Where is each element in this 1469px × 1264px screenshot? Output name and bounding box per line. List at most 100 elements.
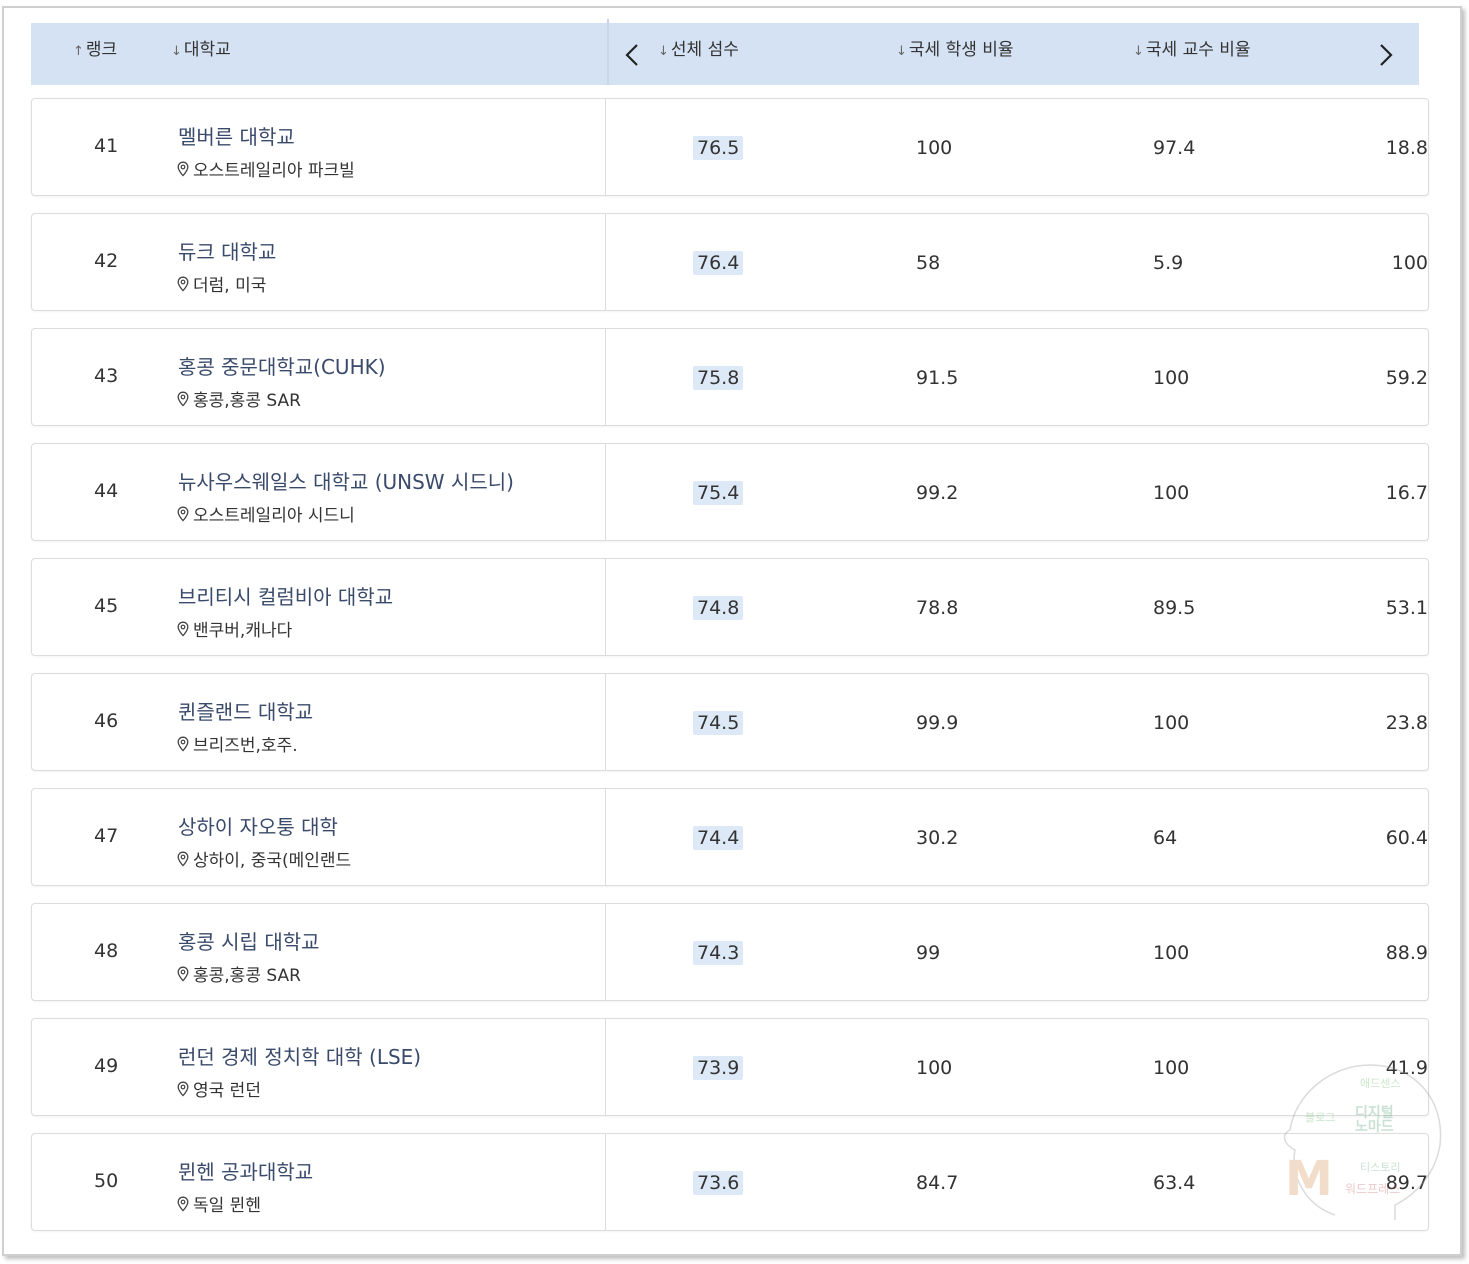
location-pin-icon [177,391,189,407]
table-header: ↑ 랭크 ↓ 대학교 ↓ 선체 섬수 ↓ 국세 학생 비율 ↓ 국세 교수 비율 [31,19,1419,85]
overall-score: 74.5 [693,711,744,735]
next-column-value: 41.9 [1385,1057,1428,1079]
table-row[interactable]: 42 듀크 대학교 더럼, 미국 76.4 58 5.9 100 [31,213,1429,311]
header-overall[interactable]: ↓ 선체 섬수 [658,35,739,60]
rank-value: 50 [94,1170,119,1192]
overall-score: 75.4 [693,481,744,505]
column-divider [605,99,606,195]
intl-faculty-value: 100 [1153,712,1190,734]
overall-score: 74.4 [693,826,744,850]
intl-students-value: 91.5 [916,367,959,389]
university-link[interactable]: 퀸즐랜드 대학교 [178,696,313,725]
header-divider [607,19,609,85]
scroll-right-button[interactable] [1371,37,1401,73]
location-text: 밴쿠버,캐나다 [193,621,293,641]
intl-faculty-value: 100 [1153,367,1190,389]
table-row[interactable]: 50 뮌헨 공과대학교 독일 뮌헨 73.6 84.7 63.4 89.7 [31,1133,1429,1231]
table-row[interactable]: 41 멜버른 대학교 오스트레일리아 파크빌 76.5 100 97.4 18.… [31,98,1429,196]
university-link[interactable]: 멜버른 대학교 [178,121,295,150]
location-pin-icon [177,966,189,982]
next-column-value: 89.7 [1385,1172,1428,1194]
sort-down-icon: ↓ [1133,44,1144,59]
rank-value: 48 [94,940,119,962]
university-location: 오스트레일리아 시드니 [176,501,355,526]
university-link[interactable]: 뉴사우스웨일스 대학교 (UNSW 시드니) [178,466,514,495]
sort-down-icon: ↓ [171,44,182,59]
next-column-value: 60.4 [1385,827,1428,849]
rank-value: 49 [94,1055,119,1077]
rank-value: 43 [94,365,119,387]
location-text: 상하이, 중국(메인랜드 [193,851,352,871]
intl-faculty-value: 100 [1153,942,1190,964]
header-intl-students[interactable]: ↓ 국세 학생 비율 [896,35,1014,60]
intl-students-value: 58 [916,252,941,274]
header-university[interactable]: ↓ 대학교 [171,35,231,60]
sort-down-icon: ↓ [896,44,907,59]
overall-score: 74.3 [693,941,744,965]
column-divider [605,674,606,770]
location-text: 영국 런던 [193,1081,261,1101]
intl-faculty-value: 64 [1153,827,1178,849]
location-pin-icon [177,276,189,292]
header-intl-faculty[interactable]: ↓ 국세 교수 비율 [1133,35,1251,60]
overall-score: 75.8 [693,366,744,390]
intl-faculty-value: 97.4 [1153,137,1196,159]
university-link[interactable]: 홍콩 중문대학교(CUHK) [178,351,386,380]
rank-value: 47 [94,825,119,847]
intl-students-value: 100 [916,1057,953,1079]
scroll-left-button[interactable] [617,37,647,73]
location-pin-icon [177,161,189,177]
table-row[interactable]: 48 홍콩 시립 대학교 홍콩,홍콩 SAR 74.3 99 100 88.9 [31,903,1429,1001]
column-divider [605,444,606,540]
rank-value: 46 [94,710,119,732]
location-pin-icon [177,736,189,752]
university-location: 독일 뮌헨 [176,1191,261,1216]
university-location: 영국 런던 [176,1076,261,1101]
table-row[interactable]: 45 브리티시 컬럼비아 대학교 밴쿠버,캐나다 74.8 78.8 89.5 … [31,558,1429,656]
intl-faculty-value: 5.9 [1153,252,1184,274]
column-divider [605,904,606,1000]
next-column-value: 23.8 [1385,712,1428,734]
location-pin-icon [177,506,189,522]
university-link[interactable]: 홍콩 시립 대학교 [178,926,320,955]
table-row[interactable]: 46 퀸즐랜드 대학교 브리즈번,호주. 74.5 99.9 100 23.8 [31,673,1429,771]
intl-students-value: 100 [916,137,953,159]
intl-faculty-value: 100 [1153,482,1190,504]
location-text: 오스트레일리아 파크빌 [193,161,355,181]
intl-students-value: 99.2 [916,482,959,504]
table-row[interactable]: 49 런던 경제 정치학 대학 (LSE) 영국 런던 73.9 100 100… [31,1018,1429,1116]
intl-students-value: 99.9 [916,712,959,734]
rank-value: 45 [94,595,119,617]
university-location: 오스트레일리아 파크빌 [176,156,355,181]
university-location: 밴쿠버,캐나다 [176,616,292,641]
location-text: 오스트레일리아 시드니 [193,506,355,526]
location-pin-icon [177,1196,189,1212]
university-location: 홍콩,홍콩 SAR [176,386,301,411]
university-link[interactable]: 뮌헨 공과대학교 [178,1156,313,1185]
header-rank[interactable]: ↑ 랭크 [73,35,117,60]
location-pin-icon [177,621,189,637]
chevron-left-icon [625,44,638,66]
next-column-value: 59.2 [1385,367,1428,389]
intl-faculty-value: 89.5 [1153,597,1196,619]
overall-score: 73.9 [693,1056,744,1080]
university-link[interactable]: 상하이 자오퉁 대학 [178,811,338,840]
next-column-value: 88.9 [1385,942,1428,964]
table-row[interactable]: 43 홍콩 중문대학교(CUHK) 홍콩,홍콩 SAR 75.8 91.5 10… [31,328,1429,426]
intl-faculty-value: 63.4 [1153,1172,1196,1194]
rank-value: 42 [94,250,119,272]
next-column-value: 53.1 [1385,597,1428,619]
location-pin-icon [177,1081,189,1097]
sort-up-icon: ↑ [73,44,84,59]
overall-score: 76.4 [693,251,744,275]
university-link[interactable]: 브리티시 컬럼비아 대학교 [178,581,393,610]
location-text: 브리즈번,호주. [193,736,298,756]
table-row[interactable]: 44 뉴사우스웨일스 대학교 (UNSW 시드니) 오스트레일리아 시드니 75… [31,443,1429,541]
university-link[interactable]: 런던 경제 정치학 대학 (LSE) [178,1041,421,1070]
column-divider [605,789,606,885]
university-link[interactable]: 듀크 대학교 [178,236,276,265]
intl-faculty-value: 100 [1153,1057,1190,1079]
location-text: 더럼, 미국 [193,276,267,296]
table-row[interactable]: 47 상하이 자오퉁 대학 상하이, 중국(메인랜드 74.4 30.2 64 … [31,788,1429,886]
university-location: 브리즈번,호주. [176,731,298,756]
